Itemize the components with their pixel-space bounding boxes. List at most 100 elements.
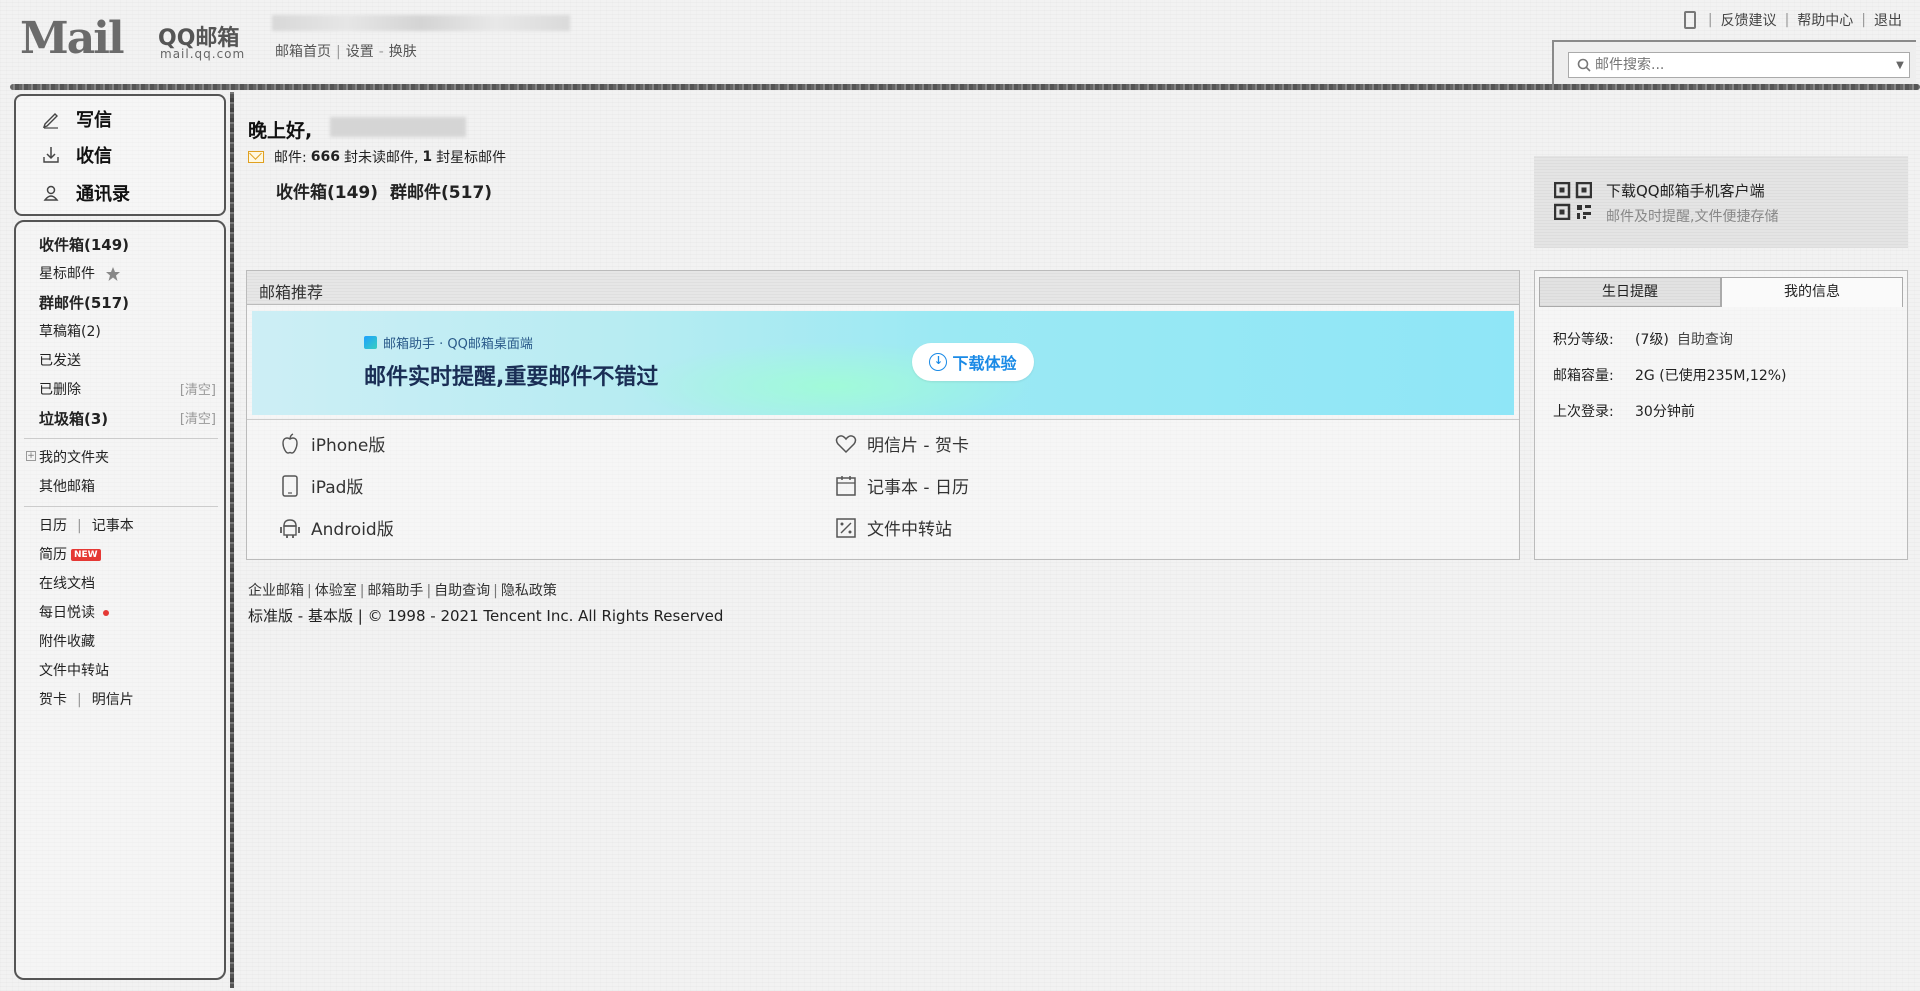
chevron-down-icon[interactable]: ▼ [1891,60,1909,71]
folder-starred-label: 星标邮件 [39,266,95,282]
basic-version-link[interactable]: 基本版 [308,607,353,625]
clear-deleted-button[interactable]: [清空] [180,379,216,398]
qq-mail-logo[interactable]: Mail QQ邮箱 mail.qq.com [20,14,260,66]
assistant-logo-icon [364,336,377,349]
postcard-card-link[interactable]: 明信片 - 贺卡 [835,431,969,456]
self-query-link[interactable]: 自助查询 [1677,332,1733,348]
logo-mail-text: Mail [20,13,125,64]
separator: | [493,583,498,599]
contacts-button[interactable]: 通讯录 [40,180,130,206]
iphone-link[interactable]: iPhone版 [279,431,385,456]
divider [24,506,218,507]
folder-other-mail[interactable]: 其他邮箱 [39,476,95,496]
capacity-label: 邮箱容量: [1553,368,1614,384]
online-docs-link[interactable]: 在线文档 [39,573,95,593]
quick-actions-panel: 写信 收信 通讯录 [14,94,226,216]
footer-copyright-row: 标准版 - 基本版 | © 1998 - 2021 Tencent Inc. A… [248,605,723,626]
folder-spam[interactable]: 垃圾箱(3) [39,408,108,429]
compose-label: 写信 [76,110,112,131]
ipad-link[interactable]: iPad版 [279,473,363,498]
star-text: 封星标邮件 [436,150,507,166]
folder-my-folders[interactable]: 我的文件夹 [39,447,109,467]
app-download-panel[interactable]: 下载QQ邮箱手机客户端 邮件及时提醒,文件便捷存储 [1534,156,1908,248]
unread-text: 封未读邮件, [343,150,419,166]
android-link[interactable]: Android版 [279,515,394,540]
contacts-label: 通讯录 [76,184,130,205]
settings-link[interactable]: 设置 [346,44,374,60]
banner-subtitle-text: 邮箱助手 · QQ邮箱桌面端 [383,337,533,352]
unread-count[interactable]: 666 [311,149,340,165]
folder-inbox[interactable]: 收件箱(149) [39,234,129,255]
attachments-link[interactable]: 附件收藏 [39,631,95,651]
folder-group[interactable]: 群邮件(517) [39,292,129,313]
file-transfer-link[interactable]: 文件中转站 [39,660,109,680]
capacity-row: 邮箱容量: 2G (已使用235M,12%) [1553,365,1787,385]
enterprise-mail-link[interactable]: 企业邮箱 [248,583,304,599]
lab-link[interactable]: 体验室 [315,583,357,599]
receive-button[interactable]: 收信 [40,142,112,168]
daily-read-link[interactable]: 每日悦读 [39,602,109,622]
separator: - [378,44,384,60]
privacy-policy-link[interactable]: 隐私政策 [501,583,557,599]
footer-links: 企业邮箱 | 体验室 | 邮箱助手 | 自助查询 | 隐私政策 [248,580,557,600]
separator: | [1707,12,1713,28]
folder-drafts[interactable]: 草稿箱(2) [39,321,101,341]
tab-my-info[interactable]: 我的信息 [1721,277,1903,307]
notebook-calendar-link[interactable]: 记事本 - 日历 [835,473,969,498]
clear-spam-button[interactable]: [清空] [180,408,216,427]
recommend-header: 邮箱推荐 [247,271,1519,305]
standard-version-link[interactable]: 标准版 [248,607,293,625]
recommend-title: 邮箱推荐 [259,283,324,302]
mail-assistant-link[interactable]: 邮箱助手 [367,583,423,599]
skin-link[interactable]: 换肤 [389,44,417,60]
notebook-link[interactable]: 记事本 [92,518,134,534]
postcard-link[interactable]: 明信片 [92,692,134,708]
new-badge: NEW [71,549,101,561]
separator: | [1784,12,1790,28]
heart-icon [835,433,857,455]
separator: | [336,44,341,60]
separator: | [77,692,82,708]
search-box[interactable]: ▼ [1568,52,1910,78]
folder-sent[interactable]: 已发送 [39,350,81,370]
folder-starred[interactable]: 星标邮件 [39,263,121,283]
separator: | [352,607,368,625]
username-redacted [330,117,466,137]
resume-link[interactable]: 简历 NEW [39,544,101,564]
self-service-link[interactable]: 自助查询 [434,583,490,599]
notification-dot [103,610,109,616]
folder-deleted[interactable]: 已删除 [39,379,81,399]
greeting-card-link[interactable]: 贺卡 [39,692,67,708]
download-experience-button[interactable]: ↓ 下载体验 [912,343,1034,381]
last-login-value: 30分钟前 [1635,404,1695,420]
top-right-links: | 反馈建议 | 帮助中心 | 退出 [1683,10,1902,30]
expand-icon[interactable]: + [26,451,36,461]
last-login-label: 上次登录: [1553,404,1614,420]
file-transfer-station-link[interactable]: 文件中转站 [835,515,952,540]
tablet-icon [279,474,301,497]
banner-subtitle: 邮箱助手 · QQ邮箱桌面端 [364,333,533,352]
tab-birthday[interactable]: 生日提醒 [1539,277,1721,307]
phone-icon[interactable] [1683,11,1696,29]
quick-inbox-link[interactable]: 收件箱(149) [276,183,378,203]
search-input[interactable] [1595,57,1891,73]
mailbox-home-link[interactable]: 邮箱首页 [275,44,331,60]
envelope-icon [248,151,264,163]
compose-button[interactable]: 写信 [40,106,112,132]
promo-banner[interactable]: 邮箱助手 · QQ邮箱桌面端 邮件实时提醒,重要邮件不错过 ↓ 下载体验 [252,311,1514,415]
feedback-link[interactable]: 反馈建议 [1721,10,1777,30]
help-center-link[interactable]: 帮助中心 [1797,10,1853,30]
contacts-icon [40,183,62,203]
quick-group-link[interactable]: 群邮件(517) [390,183,492,203]
mail-prefix: 邮件: [274,150,307,166]
greeting-text: 晚上好, [248,120,313,142]
pencil-icon [40,109,62,129]
iphone-label: iPhone版 [311,436,386,456]
separator: | [307,583,312,599]
calendar-link[interactable]: 日历 [39,518,67,534]
divider [24,438,218,439]
logout-link[interactable]: 退出 [1874,10,1902,30]
frame-left-border [230,92,234,988]
star-count[interactable]: 1 [422,149,432,165]
star-icon [106,267,121,281]
